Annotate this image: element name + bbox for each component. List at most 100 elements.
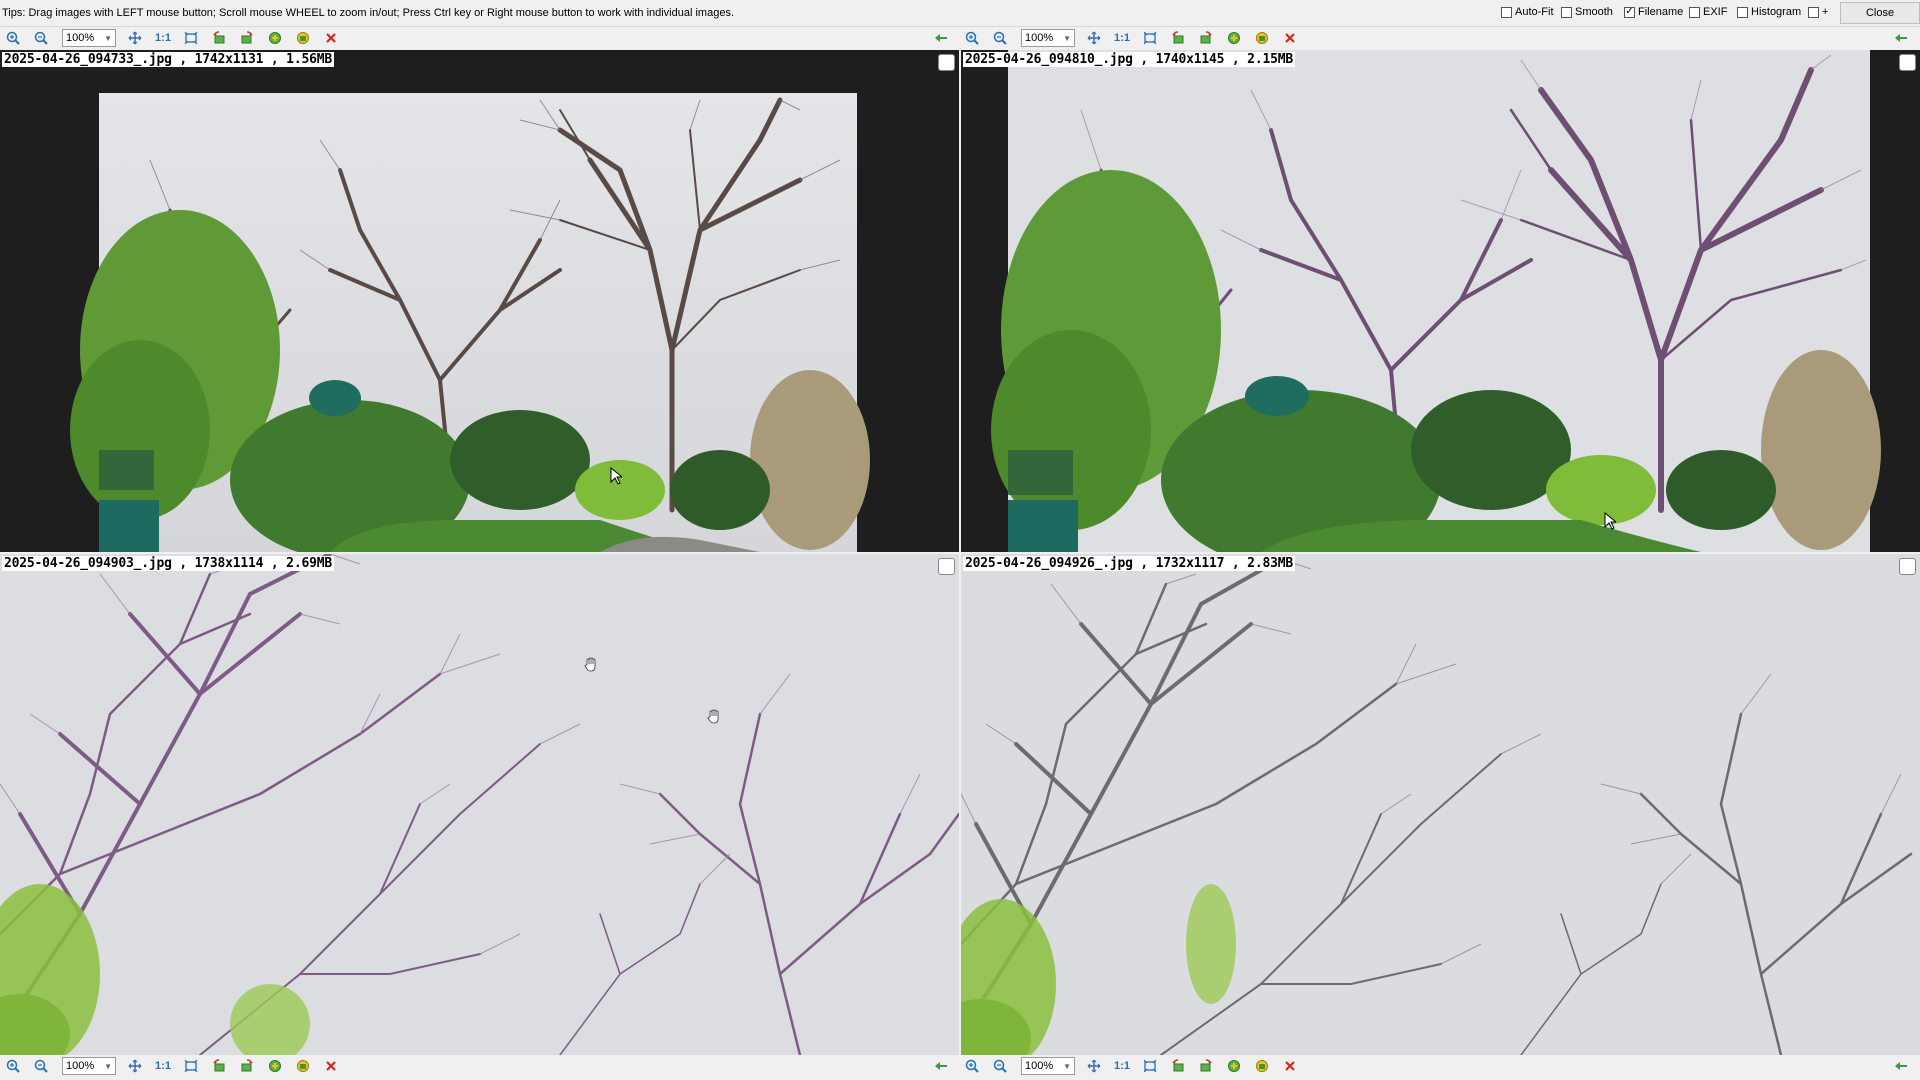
back-button[interactable] xyxy=(1890,27,1912,49)
compare-icon xyxy=(1227,31,1241,45)
chevron-down-icon: ▼ xyxy=(104,1061,112,1071)
image-3-filename: 2025-04-26_094903_.jpg , 1738x1114 , 2.6… xyxy=(2,556,334,571)
zoom-in-icon xyxy=(965,1059,979,1073)
image-pane-3[interactable]: 2025-04-26_094903_.jpg , 1738x1114 , 2.6… xyxy=(0,554,959,1055)
save-button[interactable] xyxy=(292,27,314,49)
rotate-right-button[interactable] xyxy=(1195,1055,1217,1077)
image-2-select-checkbox[interactable] xyxy=(1899,54,1916,71)
zoom-select[interactable]: 100% ▼ xyxy=(1021,1057,1075,1075)
zoom-out-button[interactable] xyxy=(30,1055,52,1077)
image-3-select-checkbox[interactable] xyxy=(938,558,955,575)
image-2-photo xyxy=(991,50,1881,552)
actual-size-button[interactable]: 1:1 xyxy=(152,27,174,49)
pan-button[interactable] xyxy=(1083,27,1105,49)
zoom-select-value: 100% xyxy=(66,1060,95,1072)
rotate-left-button[interactable] xyxy=(208,27,230,49)
rotate-left-icon xyxy=(212,1059,226,1073)
histogram-checkbox[interactable]: Histogram xyxy=(1737,6,1801,18)
image-4-select-checkbox[interactable] xyxy=(1899,558,1916,575)
zoom-in-button[interactable] xyxy=(961,27,983,49)
pan-button[interactable] xyxy=(124,27,146,49)
rotate-left-button[interactable] xyxy=(1167,1055,1189,1077)
filename-checkbox[interactable]: ✓ Filename xyxy=(1624,6,1683,18)
image-pane-2[interactable]: 2025-04-26_094810_.jpg , 1740x1145 , 2.1… xyxy=(961,50,1920,552)
save-button[interactable] xyxy=(292,1055,314,1077)
top-bar: Tips: Drag images with LEFT mouse button… xyxy=(0,0,1920,27)
fit-icon xyxy=(1087,31,1101,45)
back-button[interactable] xyxy=(930,27,952,49)
zoom-in-button[interactable] xyxy=(2,27,24,49)
checkbox-box[interactable]: ✓ xyxy=(1624,6,1635,18)
sync-button[interactable] xyxy=(264,1055,286,1077)
image-pane-4[interactable]: 2025-04-26_094926_.jpg , 1732x1117 , 2.8… xyxy=(961,554,1920,1055)
fit-window-button[interactable] xyxy=(1139,1055,1161,1077)
image-1-select-checkbox[interactable] xyxy=(938,54,955,71)
close-image-button[interactable] xyxy=(1279,27,1301,49)
zoom-out-button[interactable] xyxy=(989,27,1011,49)
compare-icon xyxy=(1227,1059,1241,1073)
fit-icon xyxy=(128,1059,142,1073)
compare-icon xyxy=(268,31,282,45)
close-button-label: Close xyxy=(1865,7,1895,19)
checkbox-box[interactable] xyxy=(1561,6,1572,18)
zoom-out-icon xyxy=(993,31,1007,45)
rotate-left-button[interactable] xyxy=(208,1055,230,1077)
zoom-select[interactable]: 100% ▼ xyxy=(62,1057,116,1075)
checkbox-label: Auto-Fit xyxy=(1515,6,1554,18)
rotate-left-button[interactable] xyxy=(1167,27,1189,49)
rotate-right-icon xyxy=(240,31,254,45)
rotate-left-icon xyxy=(212,31,226,45)
zoom-out-button[interactable] xyxy=(989,1055,1011,1077)
auto-fit-checkbox[interactable]: Auto-Fit xyxy=(1501,6,1554,18)
checkbox-label: Filename xyxy=(1638,6,1684,18)
close-button[interactable]: Close xyxy=(1840,2,1920,24)
save-icon xyxy=(1255,1059,1269,1073)
actual-size-button[interactable]: 1:1 xyxy=(1111,1055,1133,1077)
back-button[interactable] xyxy=(1890,1055,1912,1077)
fit-window-icon xyxy=(1143,1059,1157,1073)
zoom-out-button[interactable] xyxy=(30,27,52,49)
rotate-left-icon xyxy=(1171,1059,1185,1073)
zoom-in-button[interactable] xyxy=(2,1055,24,1077)
zoom-select-value: 100% xyxy=(66,32,95,44)
checkbox-box[interactable] xyxy=(1501,6,1512,18)
sync-button[interactable] xyxy=(1223,1055,1245,1077)
checkbox-box[interactable] xyxy=(1737,6,1748,18)
exif-checkbox[interactable]: EXIF xyxy=(1689,6,1727,18)
actual-size-button[interactable]: 1:1 xyxy=(152,1055,174,1077)
zoom-in-icon xyxy=(6,31,20,45)
zoom-in-button[interactable] xyxy=(961,1055,983,1077)
pan-button[interactable] xyxy=(124,1055,146,1077)
close-red-icon xyxy=(325,1060,337,1072)
fit-window-button[interactable] xyxy=(1139,27,1161,49)
sync-button[interactable] xyxy=(264,27,286,49)
close-image-button[interactable] xyxy=(320,1055,342,1077)
save-button[interactable] xyxy=(1251,27,1273,49)
zoom-select[interactable]: 100% ▼ xyxy=(1021,29,1075,47)
hand-cursor-icon xyxy=(584,657,596,672)
back-arrow-icon xyxy=(1894,32,1908,44)
close-image-button[interactable] xyxy=(1279,1055,1301,1077)
back-arrow-icon xyxy=(934,1060,948,1072)
checkbox-box[interactable] xyxy=(1689,6,1700,18)
close-image-button[interactable] xyxy=(320,27,342,49)
fit-window-button[interactable] xyxy=(180,27,202,49)
back-button[interactable] xyxy=(930,1055,952,1077)
image-2-filename: 2025-04-26_094810_.jpg , 1740x1145 , 2.1… xyxy=(963,52,1295,67)
checkbox-box[interactable] xyxy=(1808,6,1819,18)
image-pane-1[interactable]: 2025-04-26_094733_.jpg , 1742x1131 , 1.5… xyxy=(0,50,959,552)
save-icon xyxy=(1255,31,1269,45)
rotate-right-button[interactable] xyxy=(236,27,258,49)
fit-window-button[interactable] xyxy=(180,1055,202,1077)
rotate-right-button[interactable] xyxy=(236,1055,258,1077)
actual-size-button[interactable]: 1:1 xyxy=(1111,27,1133,49)
pan-button[interactable] xyxy=(1083,1055,1105,1077)
rotate-right-button[interactable] xyxy=(1195,27,1217,49)
plus-checkbox[interactable]: + xyxy=(1808,6,1828,18)
close-red-icon xyxy=(1284,32,1296,44)
sync-button[interactable] xyxy=(1223,27,1245,49)
back-arrow-icon xyxy=(934,32,948,44)
zoom-select[interactable]: 100% ▼ xyxy=(62,29,116,47)
save-button[interactable] xyxy=(1251,1055,1273,1077)
smooth-checkbox[interactable]: Smooth xyxy=(1561,6,1613,18)
